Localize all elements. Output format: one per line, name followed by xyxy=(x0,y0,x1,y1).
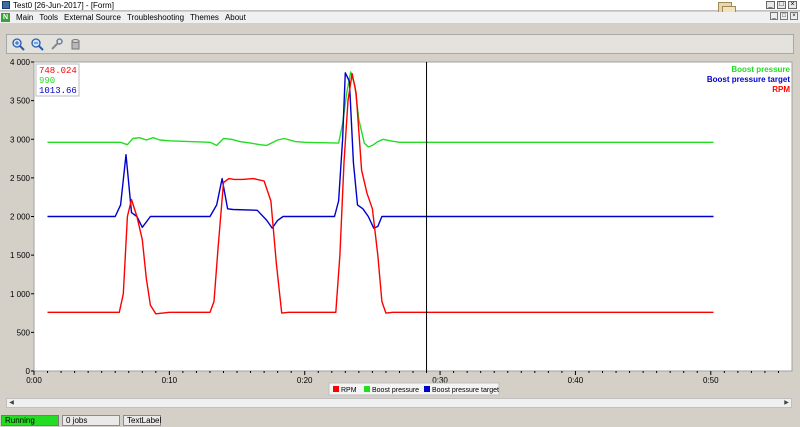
legend-top-target: Boost pressure target xyxy=(707,75,790,84)
horizontal-scrollbar[interactable]: ◀ ▶ xyxy=(6,398,792,408)
mdi-close-icon[interactable]: × xyxy=(790,12,798,20)
legend-bottom-target: Boost pressure target xyxy=(432,387,499,394)
legend-swatch-rpm xyxy=(333,386,339,392)
zoom-in-icon[interactable] xyxy=(11,37,26,52)
menu-themes[interactable]: Themes xyxy=(187,13,222,22)
app-icon xyxy=(2,1,10,9)
window-title: Test0 [26-Jun-2017] - [Form] xyxy=(13,0,114,10)
y-tick-label: 1 000 xyxy=(10,290,31,299)
x-tick-label: 0:40 xyxy=(568,376,584,385)
y-tick-label: 4 000 xyxy=(10,58,31,67)
zoom-out-icon[interactable] xyxy=(30,37,45,52)
x-tick-label: 0:10 xyxy=(162,376,178,385)
y-tick-label: 3 000 xyxy=(10,135,31,144)
legend-bottom-rpm: RPM xyxy=(341,387,357,394)
menu-tools[interactable]: Tools xyxy=(36,13,61,22)
menu-external-source[interactable]: External Source xyxy=(61,13,124,22)
scroll-left-icon[interactable]: ◀ xyxy=(7,399,16,407)
x-tick-label: 0:20 xyxy=(297,376,313,385)
status-running: Running xyxy=(1,415,59,426)
y-tick-label: 2 000 xyxy=(10,213,31,222)
menu-about[interactable]: About xyxy=(222,13,249,22)
y-tick-label: 0 xyxy=(26,367,31,376)
x-tick-label: 0:50 xyxy=(703,376,719,385)
mdi-restore-icon[interactable]: □ xyxy=(780,12,788,20)
y-tick-label: 500 xyxy=(17,328,31,337)
legend-bottom-boost: Boost pressure xyxy=(372,387,419,394)
wrench-icon[interactable] xyxy=(49,37,64,52)
menu-main[interactable]: Main xyxy=(13,13,36,22)
y-tick-label: 3 500 xyxy=(10,97,31,106)
readout-target: 1013.66 xyxy=(39,86,77,96)
maximize-icon[interactable]: □ xyxy=(777,1,786,9)
readout-rpm: 748.024 xyxy=(39,66,77,76)
mdi-minimize-icon[interactable]: _ xyxy=(770,12,778,20)
minimize-icon[interactable]: _ xyxy=(766,1,775,9)
close-icon[interactable]: × xyxy=(788,1,797,9)
chart-toolbar xyxy=(6,34,794,54)
legend-top-boost: Boost pressure xyxy=(731,65,790,74)
window-controls: _ □ × xyxy=(766,1,797,9)
legend-swatch-target xyxy=(424,386,430,392)
legend-swatch-boost xyxy=(364,386,370,392)
y-tick-label: 2 500 xyxy=(10,174,31,183)
status-text-label: TextLabel xyxy=(123,415,161,426)
cylinder-icon[interactable] xyxy=(68,37,83,52)
menu-troubleshooting[interactable]: Troubleshooting xyxy=(124,13,187,22)
chart-area[interactable]: 0 500 1 000 1 500 2 000 2 500 3 000 3 500 4 000 … xyxy=(0,56,800,396)
status-jobs: 0 jobs xyxy=(62,415,120,426)
x-tick-label: 0:00 xyxy=(26,376,42,385)
line-chart[interactable]: 05001 0001 5002 0002 5003 0003 5004 000 … xyxy=(0,56,800,396)
status-bar: Running 0 jobs TextLabel xyxy=(0,414,800,427)
mdi-controls: _ □ × xyxy=(770,12,798,20)
y-axis: 0 500 1 000 1 500 2 000 2 500 3 000 3 500 4 000 xyxy=(10,58,34,376)
scroll-right-icon[interactable]: ▶ xyxy=(782,399,791,407)
menu-bar: N Main Tools External Source Troubleshoo… xyxy=(0,12,800,23)
legend-top-rpm: RPM xyxy=(772,85,790,94)
title-bar: Test0 [26-Jun-2017] - [Form] _ □ × xyxy=(0,0,800,11)
menu-logo-icon: N xyxy=(1,13,10,22)
readout-boost: 990 xyxy=(39,76,55,86)
y-tick-label: 1 500 xyxy=(10,251,31,260)
